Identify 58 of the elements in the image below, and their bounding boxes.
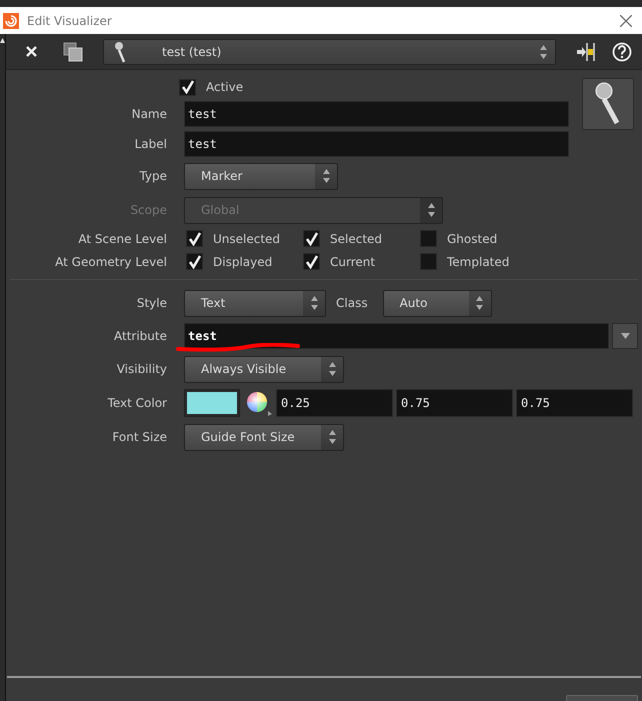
field-label: At Geometry Level [55, 254, 167, 270]
field-label: Label [134, 136, 167, 153]
attribute-field[interactable]: test [184, 323, 609, 349]
dropdown[interactable]: Auto [382, 290, 492, 316]
field-label: Visibility [116, 361, 167, 378]
caret-down-icon [620, 333, 630, 339]
field-label: Style [136, 295, 167, 312]
dropdown[interactable]: Guide Font Size [184, 424, 344, 450]
checkbox[interactable] [420, 253, 437, 270]
magnifier-icon [114, 40, 126, 62]
scroll-up-icon[interactable] [0, 38, 5, 43]
dropdown[interactable]: Text [184, 290, 326, 316]
field-label: Scope [130, 202, 167, 219]
checkbox[interactable] [420, 230, 437, 247]
spinner-arrows-icon [328, 361, 336, 377]
spinner-arrows-icon [475, 295, 484, 311]
help-icon[interactable] [612, 42, 632, 62]
field-label: Name [132, 106, 167, 123]
color-swatch[interactable] [187, 392, 237, 414]
checkbox-label: Selected [330, 230, 382, 248]
color-wheel-icon[interactable] [245, 390, 273, 416]
close-icon[interactable] [620, 14, 632, 26]
spinner-arrows-icon [322, 168, 330, 184]
window-title: Edit Visualizer [27, 12, 113, 30]
field-label: At Scene Level [78, 230, 167, 248]
field-label: Type [139, 168, 167, 185]
checkbox-label: Displayed [213, 254, 272, 270]
field-label: Font Size [112, 429, 167, 446]
checkbox[interactable] [303, 230, 320, 247]
field-label: Text Color [108, 395, 167, 412]
checkbox[interactable] [179, 78, 196, 96]
dropdown[interactable]: Marker [184, 162, 338, 190]
checkbox-label: Templated [447, 254, 510, 270]
spinner-arrows-icon [538, 44, 548, 60]
checkbox-label: Ghosted [447, 230, 498, 248]
insert-node-icon[interactable] [576, 42, 596, 62]
spinner-arrows-icon [426, 202, 436, 218]
checkbox-label: Current [330, 254, 376, 270]
dropdown-arrow-button[interactable] [612, 323, 638, 349]
checkbox[interactable] [186, 230, 203, 247]
copy-icon[interactable] [63, 42, 83, 62]
field-label: Class [336, 295, 368, 312]
spinner-arrows-icon [310, 295, 318, 311]
text-field[interactable]: test [184, 101, 569, 127]
number-field[interactable]: 0.25 [276, 389, 393, 417]
number-field[interactable]: 0.75 [516, 389, 633, 417]
checkbox[interactable] [303, 253, 320, 270]
spinner-arrows-icon [328, 429, 336, 445]
checkbox-label: Active [206, 79, 244, 96]
text-field[interactable]: test [184, 131, 569, 157]
field-label: Attribute [114, 328, 167, 345]
dropdown[interactable]: Always Visible [184, 356, 344, 382]
checkbox-label: Unselected [213, 230, 280, 248]
visualizer-type-icon-button[interactable] [582, 78, 634, 130]
app-logo-icon [3, 12, 19, 28]
number-field[interactable]: 0.75 [396, 389, 513, 417]
checkbox[interactable] [186, 253, 203, 270]
visualizer-selector[interactable]: test (test) [103, 38, 556, 64]
